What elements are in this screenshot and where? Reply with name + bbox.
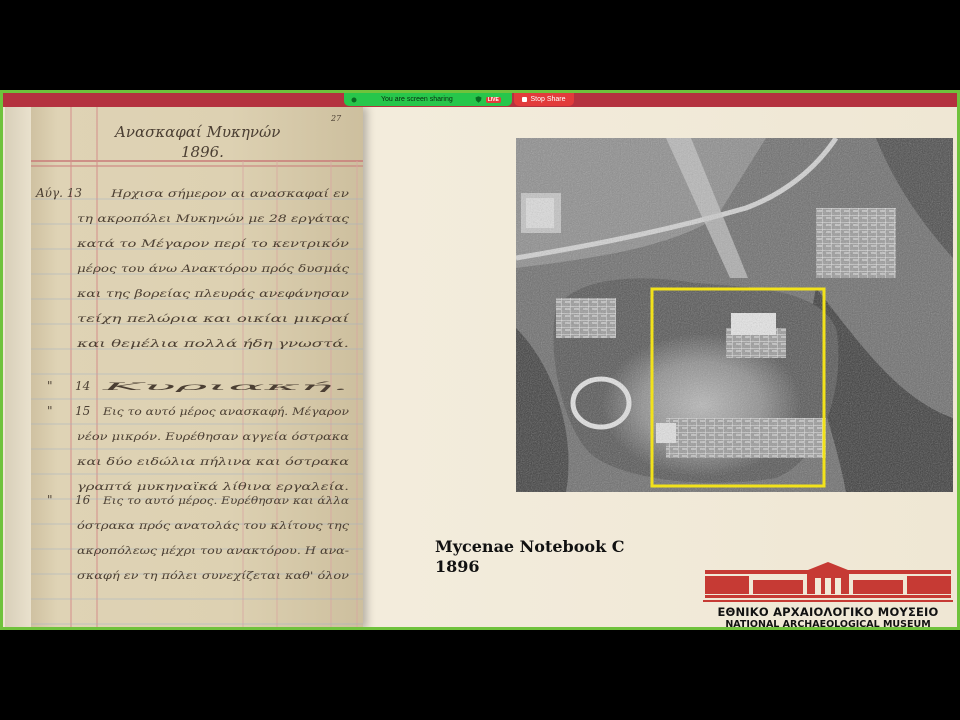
screen-sharing-indicator: You are screen sharing LIVE (344, 93, 512, 106)
svg-text:": " (47, 493, 53, 507)
museum-name-english: NATIONAL ARCHAEOLOGICAL MUSEUM (725, 619, 931, 630)
notebook-handwritten-line: γραπτά μυκηναϊκά λίθινα εργαλεία. (77, 480, 349, 493)
museum-logo: ΕΘΝΙΚΟ ΑΡΧΑΙΟΛΟΓΙΚΟ ΜΟΥΣΕΙΟ NATIONAL ARC… (703, 562, 953, 630)
notebook-handwritten-line: και δύο ειδώλια πήλινα και όστρακα (76, 455, 349, 468)
svg-text:": " (47, 379, 53, 393)
stop-share-button[interactable]: Stop Share (514, 93, 574, 106)
notebook-handwritten-line: ακροπόλεως μέχρι του ανακτόρου. Η ανα- (77, 545, 350, 557)
stop-icon (522, 97, 528, 102)
slide-caption: Mycenae Notebook C 1896 (435, 537, 624, 577)
notebook-handwritten-line: μέρος του άνω Ανακτόρου πρός δυσμάς (77, 263, 349, 275)
notebook-title-line2: 1896. (181, 143, 224, 161)
live-badge: LIVE (485, 96, 501, 103)
margin-entry-3: 15 (75, 404, 90, 418)
caption-year: 1896 (435, 557, 480, 576)
margin-entry-1: Αύγ. 13 (35, 186, 82, 200)
notebook-page-image: Ανασκαφαί Μυκηνών 1896. 27 Αύγ. 13 14 15… (5, 107, 363, 627)
notebook-handwritten-line: και της βορείας πλευράς ανεφάνησαν (76, 287, 350, 300)
presentation-slide: Ανασκαφαί Μυκηνών 1896. 27 Αύγ. 13 14 15… (3, 107, 957, 627)
notebook-handwritten-line: όστρακα πρός ανατολάς του κλίτους της (77, 519, 349, 532)
shield-icon (475, 96, 482, 103)
notebook-handwritten-line: νέον μικρόν. Ευρέθησαν αγγεία όστρακα (77, 430, 349, 443)
notebook-page-mark: 27 (330, 114, 342, 123)
share-status-icon (351, 97, 357, 102)
notebook-handwritten-line: σκαφή εν τη πόλει συνεχίζεται καθ' όλον (77, 569, 350, 582)
museum-building-icon (703, 562, 953, 602)
notebook-handwritten-line: Ηρχισα σήμερον αι ανασκαφαί εν (110, 187, 350, 200)
notebook-handwritten-line: Εις το αυτό μέρος ανασκαφή. Μέγαρον (102, 405, 350, 418)
margin-entry-4: 16 (75, 493, 91, 507)
museum-name-greek: ΕΘΝΙΚΟ ΑΡΧΑΙΟΛΟΓΙΚΟ ΜΟΥΣΕΙΟ (717, 605, 939, 619)
notebook-handwritten-line: Κυριακή. (98, 380, 349, 393)
notebook-page-drawing: Ανασκαφαί Μυκηνών 1896. 27 Αύγ. 13 14 15… (31, 107, 363, 627)
screen-sharing-label: You are screen sharing (381, 96, 453, 103)
notebook-handwritten-line: και θεμέλια πολλά ήδη γνωστά. (75, 337, 349, 350)
aerial-photo-drawing (516, 138, 953, 492)
margin-entry-2: 14 (75, 379, 90, 393)
notebook-title-line1: Ανασκαφαί Μυκηνών (113, 123, 280, 141)
notebook-page-edge (5, 107, 31, 627)
notebook-handwritten-line: τη ακροπόλει Μυκηνών με 28 εργάτας (77, 213, 349, 225)
screen-share-frame: Ανασκαφαί Μυκηνών 1896. 27 Αύγ. 13 14 15… (0, 90, 960, 630)
aerial-photo-mycenae (516, 138, 953, 492)
svg-text:": " (47, 404, 53, 418)
notebook-handwritten-line: τείχη πελώρια και οικίαι μικραί (77, 312, 350, 325)
notebook-handwritten-line: κατά το Μέγαρον περί το κεντρικόν (76, 237, 350, 250)
notebook-handwritten-line: Εις το αυτό μέρος. Ευρέθησαν και άλλα (102, 495, 349, 507)
caption-title: Mycenae Notebook C (435, 537, 625, 556)
stop-share-label: Stop Share (530, 96, 566, 103)
